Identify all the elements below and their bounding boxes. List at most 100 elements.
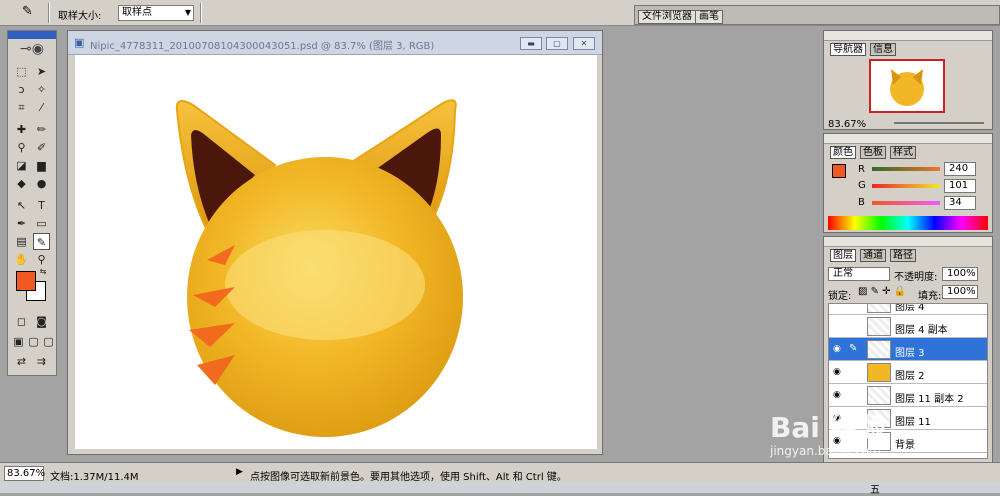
b-value[interactable]: 34 — [944, 196, 976, 210]
dodge-tool-icon[interactable]: ● — [33, 175, 50, 192]
swap-colors-icon[interactable]: ⇆ — [38, 267, 48, 277]
baidu-watermark: Bai 经验 — [770, 411, 886, 444]
color-panel-foreground[interactable] — [832, 164, 846, 178]
tab-paths[interactable]: 路径 — [890, 249, 916, 262]
lock-label: 锁定: — [828, 291, 852, 302]
layer-name: 图层 11 — [895, 417, 931, 428]
layer-row[interactable]: ◉ 图层 11 副本 2 — [829, 384, 987, 407]
r-label: R — [858, 164, 865, 175]
foreground-color-swatch[interactable] — [16, 271, 36, 291]
pen-tool-icon[interactable]: ✒ — [13, 215, 30, 232]
blur-tool-icon[interactable]: ◆ — [13, 175, 30, 192]
magic-wand-icon[interactable]: ✧ — [33, 81, 50, 98]
b-slider[interactable] — [872, 201, 940, 205]
eye-icon[interactable]: ◉ — [833, 390, 843, 400]
r-slider[interactable] — [872, 167, 940, 171]
cat-head-illustration — [175, 99, 463, 437]
sample-size-label: 取样大小: — [58, 11, 102, 22]
tab-channels[interactable]: 通道 — [860, 249, 886, 262]
layer-name: 图层 4 副本 — [895, 325, 948, 336]
brush-link-icon: ✎ — [849, 343, 858, 354]
tab-info[interactable]: 信息 — [870, 43, 896, 56]
crop-tool-icon[interactable]: ⌗ — [13, 99, 30, 116]
healing-brush-icon[interactable]: ✚ — [13, 121, 30, 138]
navigator-zoom-slider[interactable] — [894, 122, 984, 124]
tab-layers[interactable]: 图层 — [830, 249, 856, 262]
eye-icon[interactable]: ◉ — [833, 367, 843, 377]
panel-header[interactable] — [824, 134, 992, 144]
layer-thumbnail — [867, 386, 891, 405]
opacity-label: 不透明度: — [894, 272, 938, 283]
panel-header[interactable] — [824, 237, 992, 247]
quick-mask-icon[interactable]: ◙ — [33, 313, 50, 330]
opacity-field[interactable]: 100% — [942, 267, 978, 281]
layer-thumbnail — [867, 304, 891, 313]
color-panel: 颜色 色板 样式 R 240 G 101 B 34 — [823, 133, 993, 233]
gradient-icon[interactable]: ▆ — [33, 157, 50, 174]
tab-styles[interactable]: 样式 — [890, 146, 916, 159]
doc-size[interactable]: 文档:1.37M/11.4M — [50, 468, 139, 483]
shape-tool-icon[interactable]: ▭ — [33, 215, 50, 232]
blend-mode-select[interactable]: 正常 — [828, 267, 890, 281]
slice-tool-icon[interactable]: ⁄ — [33, 99, 50, 116]
tab-file-browser[interactable]: 文件浏览器 — [638, 10, 696, 24]
type-tool-icon[interactable]: T — [33, 197, 50, 214]
zoom-field[interactable]: 83.67% — [4, 466, 45, 481]
play-icon[interactable]: ▶ — [236, 467, 243, 477]
marquee-tool-icon[interactable]: ⬚ — [13, 63, 30, 80]
lasso-tool-icon[interactable]: ↄ — [13, 81, 30, 98]
sample-size-select[interactable]: 取样点 ▼ — [118, 5, 194, 21]
maximize-button[interactable]: ▢ — [546, 37, 568, 50]
panel-header[interactable] — [824, 31, 992, 41]
image-canvas[interactable] — [75, 55, 597, 449]
layer-name: 图层 3 — [895, 348, 925, 359]
status-bar: 83.67% 文档:1.37M/11.4M ▶ 点按图像可选取新前景色。要用其他… — [0, 462, 1000, 483]
navigator-thumbnail[interactable] — [869, 59, 945, 113]
document-titlebar[interactable]: ▣ Nipic_4778311_20100708104300043051.psd… — [68, 31, 602, 55]
notes-tool-icon[interactable]: ▤ — [13, 233, 30, 250]
layer-row[interactable]: 图层 4 — [829, 303, 987, 315]
jump-to-imageready-icon[interactable]: ⇄ — [13, 353, 30, 370]
eyedropper-tool-icon[interactable]: ✎ — [33, 233, 50, 250]
g-slider[interactable] — [872, 184, 940, 188]
document-title: Nipic_4778311_20100708104300043051.psd @… — [90, 41, 435, 52]
layer-name: 图层 4 — [895, 303, 925, 313]
tab-brushes[interactable]: 画笔 — [695, 10, 723, 24]
minimize-button[interactable]: ▬ — [520, 37, 542, 50]
r-value[interactable]: 240 — [944, 162, 976, 176]
path-select-icon[interactable]: ↖ — [13, 197, 30, 214]
layer-name: 图层 2 — [895, 371, 925, 382]
history-brush-icon[interactable]: ✐ — [33, 139, 50, 156]
move-tool-icon[interactable]: ➤ — [33, 63, 50, 80]
brush-tool-icon[interactable]: ✏ — [33, 121, 50, 138]
g-value[interactable]: 101 — [944, 179, 976, 193]
ime-indicator[interactable]: 五 — [870, 481, 880, 496]
fill-label: 填充: — [918, 291, 942, 302]
feather-icon[interactable]: ⊸◉ — [11, 41, 53, 57]
imageready-icon[interactable]: ⇉ — [33, 353, 50, 370]
screen-mode-3-icon[interactable]: ▢ — [40, 333, 57, 350]
tab-navigator[interactable]: 导航器 — [830, 43, 866, 56]
eraser-icon[interactable]: ◪ — [13, 157, 30, 174]
navigator-zoom[interactable]: 83.67% — [828, 119, 866, 130]
separator — [48, 3, 50, 23]
hand-tool-icon[interactable]: ✋ — [13, 251, 30, 268]
clone-stamp-icon[interactable]: ⚲ — [13, 139, 30, 156]
layer-row[interactable]: 图层 4 副本 — [829, 315, 987, 338]
eyedropper-icon[interactable]: ✎ — [22, 4, 33, 19]
color-spectrum-bar[interactable] — [828, 216, 988, 230]
zoom-tool-icon[interactable]: ⚲ — [33, 251, 50, 268]
thumbnail-image — [890, 69, 924, 106]
layer-name: 背景 — [895, 440, 915, 451]
toolbox-header[interactable] — [8, 31, 56, 39]
tab-swatches[interactable]: 色板 — [860, 146, 886, 159]
layer-row[interactable]: ◉ 图层 2 — [829, 361, 987, 384]
eye-icon[interactable]: ◉ — [833, 344, 843, 354]
lock-icons[interactable]: ▨ ✎ ✛ 🔒 — [858, 286, 906, 297]
standard-mode-icon[interactable]: ◻ — [13, 313, 30, 330]
close-button[interactable]: ✕ — [573, 37, 595, 50]
sample-size-value: 取样点 — [122, 7, 152, 18]
layer-row-selected[interactable]: ◉ ✎ 图层 3 — [829, 338, 987, 361]
tab-color[interactable]: 颜色 — [830, 146, 856, 159]
fill-field[interactable]: 100% — [942, 285, 978, 299]
